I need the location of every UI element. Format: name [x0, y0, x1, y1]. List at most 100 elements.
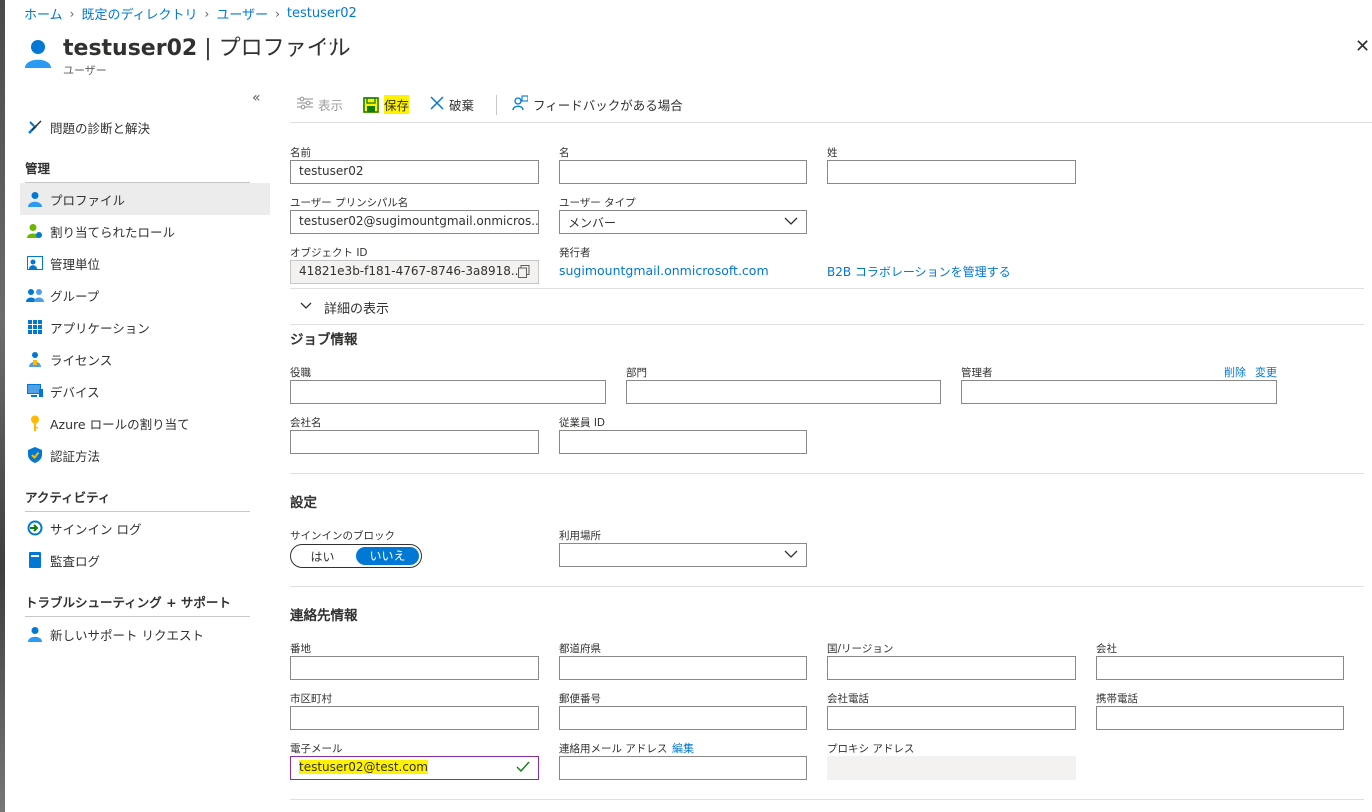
sidebar-item-auth-methods[interactable]: 認証方法 [20, 439, 270, 471]
breadcrumb-users[interactable]: ユーザー [216, 4, 268, 23]
section-heading-activity: アクティビティ [25, 490, 111, 505]
section-heading-manage: 管理 [25, 161, 51, 176]
object-id-value: 41821e3b-f181-4767-8746-3a8918... [299, 264, 523, 278]
city-input[interactable] [290, 706, 539, 730]
last-name-input[interactable] [827, 160, 1076, 184]
block-signin-yes[interactable]: はい [291, 548, 354, 565]
contact-info-heading: 連絡先情報 [290, 608, 358, 624]
view-button[interactable]: 表示 [297, 95, 343, 114]
usage-location-select[interactable] [559, 543, 807, 567]
b2b-collaboration-link[interactable]: B2B コラボレーションを管理する [827, 263, 1011, 280]
department-input[interactable] [626, 380, 941, 404]
breadcrumb-user[interactable]: testuser02 [287, 6, 357, 21]
toolbar-divider [496, 95, 497, 115]
sidebar-item-signin-logs[interactable]: サインイン ログ [20, 512, 270, 544]
upn-label: ユーザー プリンシパル名 [290, 197, 409, 209]
feedback-person-icon [512, 95, 529, 114]
zip-input[interactable] [559, 706, 807, 730]
copy-icon[interactable] [518, 265, 530, 281]
sidebar-item-label: アプリケーション [50, 320, 150, 336]
email-value: testuser02@test.com [299, 760, 428, 774]
app-grid-icon [24, 320, 46, 334]
sidebar-item-applications[interactable]: アプリケーション [20, 311, 270, 343]
office-input[interactable] [1096, 656, 1344, 680]
business-phone-input[interactable] [827, 706, 1076, 730]
save-icon [363, 96, 379, 113]
street-input[interactable] [290, 656, 539, 680]
upn-input[interactable]: testuser02@sugimountgmail.onmicros... [290, 210, 539, 234]
feedback-label: フィードバックがある場合 [533, 98, 683, 113]
chevron-down-icon [784, 214, 798, 231]
wrench-icon [24, 119, 46, 135]
alt-email-label: 連絡用メール アドレス [559, 743, 668, 755]
divider [25, 616, 250, 617]
settings-sliders-icon [297, 96, 313, 113]
close-icon [430, 96, 444, 113]
sidebar-item-admin-units[interactable]: 管理単位 [20, 247, 270, 279]
block-signin-toggle[interactable]: はい いいえ [290, 544, 422, 568]
manager-delete-link[interactable]: 削除 [1224, 364, 1246, 380]
sidebar-item-groups[interactable]: グループ [20, 279, 270, 311]
email-input[interactable]: testuser02@test.com [290, 756, 539, 780]
show-details-label: 詳細の表示 [324, 302, 390, 317]
close-button[interactable]: ✕ [1355, 36, 1370, 57]
sidebar-item-audit-logs[interactable]: 監査ログ [20, 544, 270, 576]
log-book-icon [24, 552, 46, 568]
signin-icon [24, 520, 46, 536]
street-label: 番地 [290, 643, 311, 655]
device-icon [24, 384, 46, 398]
page-subtitle: ユーザー [63, 64, 107, 77]
breadcrumb-directory[interactable]: 既定のディレクトリ [81, 4, 197, 23]
breadcrumb-home[interactable]: ホーム [24, 4, 63, 23]
name-input[interactable]: testuser02 [290, 160, 539, 184]
save-button[interactable]: 保存 [363, 95, 410, 114]
alt-email-input[interactable] [559, 756, 807, 780]
block-signin-no[interactable]: いいえ [356, 547, 419, 565]
proxy-address-label: プロキシ アドレス [827, 743, 915, 755]
sidebar-item-profile[interactable]: プロファイル [20, 183, 270, 215]
user-type-label: ユーザー タイプ [559, 197, 636, 209]
user-type-select[interactable]: メンバー [559, 210, 807, 234]
user-icon [24, 38, 52, 71]
user-role-icon [24, 223, 46, 239]
country-input[interactable] [827, 656, 1076, 680]
support-person-icon [24, 626, 46, 642]
settings-heading: 設定 [290, 495, 317, 511]
more-options-button[interactable]: ··· [322, 34, 340, 53]
collapse-sidebar-icon[interactable]: « [252, 90, 261, 106]
company-name-input[interactable] [290, 430, 539, 454]
sidebar-item-assigned-roles[interactable]: 割り当てられたロール [20, 215, 270, 247]
email-label: 電子メール [290, 743, 343, 755]
group-icon [24, 288, 46, 302]
discard-button[interactable]: 破棄 [430, 95, 474, 114]
sidebar-item-label: Azure ロールの割り当て [50, 416, 190, 432]
issuer-link[interactable]: sugimountgmail.onmicrosoft.com [559, 263, 769, 278]
sidebar-item-label: グループ [50, 288, 100, 304]
sidebar-item-diagnose[interactable]: 問題の診断と解決 [20, 111, 270, 143]
mobile-phone-label: 携帯電話 [1096, 693, 1138, 705]
employee-id-label: 従業員 ID [559, 417, 606, 429]
alt-email-edit-link[interactable]: 編集 [672, 740, 694, 756]
sidebar-item-licenses[interactable]: ライセンス [20, 343, 270, 375]
state-input[interactable] [559, 656, 807, 680]
mobile-phone-input[interactable] [1096, 706, 1344, 730]
office-label: 会社 [1096, 643, 1117, 655]
sidebar-item-azure-roles[interactable]: Azure ロールの割り当て [20, 407, 270, 439]
first-name-label: 名 [559, 147, 570, 159]
divider [290, 288, 1364, 289]
key-icon [24, 415, 46, 431]
show-details-toggle[interactable]: 詳細の表示 [300, 298, 389, 317]
sidebar-item-devices[interactable]: デバイス [20, 375, 270, 407]
manager-input[interactable] [961, 380, 1277, 404]
sidebar-item-support-request[interactable]: 新しいサポート リクエスト [20, 618, 270, 650]
job-title-input[interactable] [290, 380, 606, 404]
sidebar-item-label: サインイン ログ [50, 521, 142, 537]
last-name-label: 姓 [827, 147, 838, 159]
sidebar-item-label: プロファイル [50, 192, 126, 208]
feedback-button[interactable]: フィードバックがある場合 [512, 95, 683, 114]
employee-id-input[interactable] [559, 430, 807, 454]
manager-change-link[interactable]: 変更 [1255, 364, 1277, 380]
background-strip [0, 0, 5, 812]
first-name-input[interactable] [559, 160, 807, 184]
shield-icon [24, 447, 46, 463]
